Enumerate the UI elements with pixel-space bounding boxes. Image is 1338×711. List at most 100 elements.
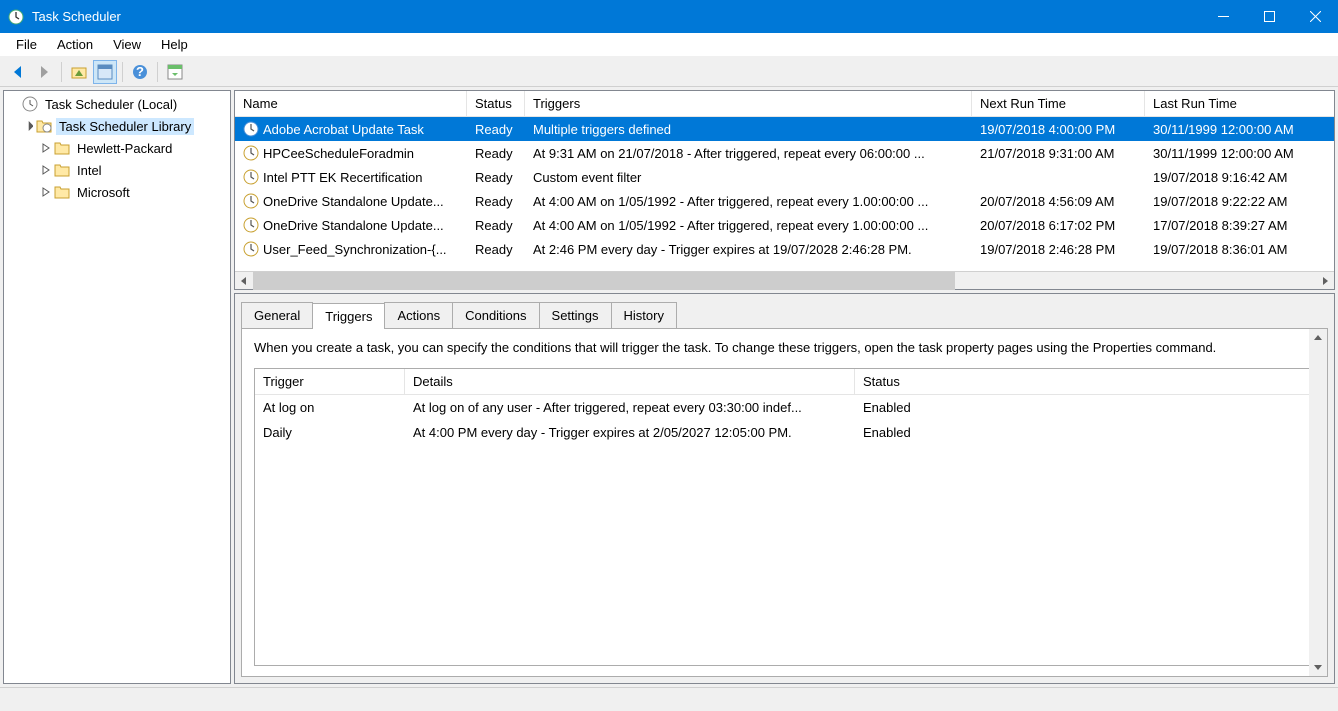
tree-node-hp[interactable]: Hewlett-Packard: [4, 137, 230, 159]
svg-text:?: ?: [136, 64, 144, 79]
expander-open-icon[interactable]: [22, 120, 34, 132]
task-row[interactable]: OneDrive Standalone Update...ReadyAt 4:0…: [235, 189, 1334, 213]
back-button[interactable]: [6, 60, 30, 84]
tab-history[interactable]: History: [611, 302, 677, 328]
task-triggers-cell: At 2:46 PM every day - Trigger expires a…: [525, 242, 972, 257]
task-row[interactable]: OneDrive Standalone Update...ReadyAt 4:0…: [235, 213, 1334, 237]
toolbar: ?: [0, 57, 1338, 87]
col-header-name[interactable]: Name: [235, 91, 467, 116]
task-name-cell: HPCeeScheduleForadmin: [235, 145, 467, 161]
triggers-description: When you create a task, you can specify …: [254, 339, 1315, 358]
trigger-status-cell: Enabled: [855, 423, 1005, 442]
tab-triggers[interactable]: Triggers: [312, 303, 385, 329]
menu-view[interactable]: View: [103, 34, 151, 55]
scroll-track[interactable]: [1309, 347, 1327, 658]
tree-node-intel[interactable]: Intel: [4, 159, 230, 181]
task-last-cell: 19/07/2018 8:36:01 AM: [1145, 242, 1334, 257]
task-row[interactable]: User_Feed_Synchronization-{...ReadyAt 2:…: [235, 237, 1334, 261]
trigger-row[interactable]: DailyAt 4:00 PM every day - Trigger expi…: [255, 420, 1314, 445]
tab-strip: General Triggers Actions Conditions Sett…: [241, 302, 1328, 328]
task-triggers-cell: At 9:31 AM on 21/07/2018 - After trigger…: [525, 146, 972, 161]
trig-col-trigger[interactable]: Trigger: [255, 369, 405, 394]
close-button[interactable]: [1292, 0, 1338, 33]
col-header-last[interactable]: Last Run Time: [1145, 91, 1334, 116]
menu-help[interactable]: Help: [151, 34, 198, 55]
task-list-body[interactable]: Adobe Acrobat Update TaskReadyMultiple t…: [235, 117, 1334, 271]
task-row[interactable]: HPCeeScheduleForadminReadyAt 9:31 AM on …: [235, 141, 1334, 165]
trigger-name-cell: At log on: [255, 398, 405, 417]
tree-root[interactable]: Task Scheduler (Local): [4, 93, 230, 115]
toolbar-separator: [122, 62, 123, 82]
tree-panel[interactable]: Task Scheduler (Local) Task Scheduler Li…: [3, 90, 231, 684]
menu-bar: File Action View Help: [0, 33, 1338, 57]
trigger-row[interactable]: At log onAt log on of any user - After t…: [255, 395, 1314, 420]
menu-file[interactable]: File: [6, 34, 47, 55]
vertical-scrollbar[interactable]: [1309, 329, 1327, 676]
task-list-header: Name Status Triggers Next Run Time Last …: [235, 91, 1334, 117]
scroll-up-icon[interactable]: [1309, 329, 1327, 347]
expander-icon[interactable]: [8, 98, 20, 110]
tree-node-microsoft[interactable]: Microsoft: [4, 181, 230, 203]
forward-button[interactable]: [32, 60, 56, 84]
task-list-panel: Name Status Triggers Next Run Time Last …: [234, 90, 1335, 290]
triggers-header: Trigger Details Status: [255, 369, 1314, 395]
expander-closed-icon[interactable]: [40, 186, 52, 198]
task-status-cell: Ready: [467, 170, 525, 185]
trigger-details-cell: At 4:00 PM every day - Trigger expires a…: [405, 423, 855, 442]
expander-closed-icon[interactable]: [40, 164, 52, 176]
col-header-next[interactable]: Next Run Time: [972, 91, 1145, 116]
tab-general[interactable]: General: [241, 302, 313, 328]
task-last-cell: 30/11/1999 12:00:00 AM: [1145, 122, 1334, 137]
task-triggers-cell: Custom event filter: [525, 170, 972, 185]
task-last-cell: 30/11/1999 12:00:00 AM: [1145, 146, 1334, 161]
folder-icon: [54, 162, 70, 178]
tab-actions[interactable]: Actions: [384, 302, 453, 328]
task-next-cell: 19/07/2018 4:00:00 PM: [972, 122, 1145, 137]
task-name-cell: User_Feed_Synchronization-{...: [235, 241, 467, 257]
menu-action[interactable]: Action: [47, 34, 103, 55]
toolbar-separator: [61, 62, 62, 82]
task-name-cell: Adobe Acrobat Update Task: [235, 121, 467, 137]
task-status-cell: Ready: [467, 242, 525, 257]
trig-col-status[interactable]: Status: [855, 369, 1314, 394]
app-icon: [8, 9, 24, 25]
toolbar-separator: [157, 62, 158, 82]
horizontal-scrollbar[interactable]: [235, 271, 1334, 289]
trig-col-details[interactable]: Details: [405, 369, 855, 394]
scroll-right-icon[interactable]: [1316, 272, 1334, 290]
minimize-button[interactable]: [1200, 0, 1246, 33]
up-button[interactable]: [67, 60, 91, 84]
tree-label: Microsoft: [74, 184, 133, 201]
task-name-cell: Intel PTT EK Recertification: [235, 169, 467, 185]
tree-label: Task Scheduler Library: [56, 118, 194, 135]
scroll-thumb[interactable]: [253, 272, 955, 290]
right-column: Name Status Triggers Next Run Time Last …: [234, 90, 1335, 684]
task-name-cell: OneDrive Standalone Update...: [235, 193, 467, 209]
task-row[interactable]: Intel PTT EK RecertificationReadyCustom …: [235, 165, 1334, 189]
export-button[interactable]: [163, 60, 187, 84]
tree-library[interactable]: Task Scheduler Library: [4, 115, 230, 137]
tab-settings[interactable]: Settings: [539, 302, 612, 328]
task-triggers-cell: At 4:00 AM on 1/05/1992 - After triggere…: [525, 218, 972, 233]
title-bar: Task Scheduler: [0, 0, 1338, 33]
trigger-name-cell: Daily: [255, 423, 405, 442]
triggers-body[interactable]: At log onAt log on of any user - After t…: [255, 395, 1314, 445]
task-triggers-cell: At 4:00 AM on 1/05/1992 - After triggere…: [525, 194, 972, 209]
scroll-track[interactable]: [253, 272, 1316, 290]
expander-closed-icon[interactable]: [40, 142, 52, 154]
tab-content: When you create a task, you can specify …: [241, 328, 1328, 677]
scroll-down-icon[interactable]: [1309, 658, 1327, 676]
trigger-details-cell: At log on of any user - After triggered,…: [405, 398, 855, 417]
properties-button[interactable]: [93, 60, 117, 84]
col-header-status[interactable]: Status: [467, 91, 525, 116]
col-header-triggers[interactable]: Triggers: [525, 91, 972, 116]
folder-icon: [54, 140, 70, 156]
scroll-left-icon[interactable]: [235, 272, 253, 290]
help-button[interactable]: ?: [128, 60, 152, 84]
task-row[interactable]: Adobe Acrobat Update TaskReadyMultiple t…: [235, 117, 1334, 141]
detail-panel: General Triggers Actions Conditions Sett…: [234, 293, 1335, 684]
tab-conditions[interactable]: Conditions: [452, 302, 539, 328]
task-last-cell: 17/07/2018 8:39:27 AM: [1145, 218, 1334, 233]
maximize-button[interactable]: [1246, 0, 1292, 33]
task-status-cell: Ready: [467, 194, 525, 209]
